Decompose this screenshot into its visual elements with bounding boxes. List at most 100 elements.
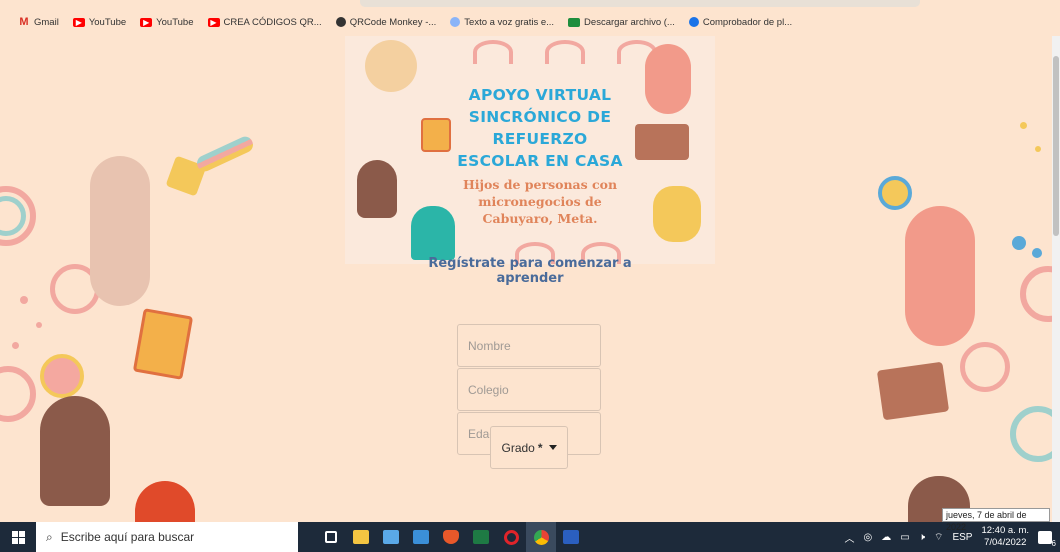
language-indicator[interactable]: ESP — [952, 532, 972, 543]
clock-time: 12:40 a. m. — [981, 525, 1029, 536]
banner-subtitle: Hijos de personas con micronegocios de C… — [445, 176, 635, 227]
kid-illustration — [40, 396, 110, 506]
dot-decoration — [20, 296, 28, 304]
brave-button[interactable] — [436, 522, 466, 552]
bookmark-gmail[interactable]: M Gmail — [18, 15, 59, 28]
volume-icon[interactable]: 🕨 — [919, 532, 925, 543]
bookmark-qrcode-monkey[interactable]: QRCode Monkey -... — [335, 16, 437, 28]
dot-decoration — [1035, 146, 1041, 152]
book-illustration — [635, 124, 689, 160]
bookmark-label: Texto a voz gratis e... — [464, 16, 555, 28]
address-bar-edge — [360, 0, 920, 7]
gmail-icon: M — [19, 15, 29, 28]
banner-image: APOYO VIRTUAL SINCRÓNICO DE REFUERZO ESC… — [345, 36, 715, 264]
kid-illustration — [90, 156, 150, 306]
required-mark: * — [537, 440, 543, 455]
battery-icon[interactable]: ▭ — [900, 532, 909, 543]
banner-subtitle-line: Hijos de personas con — [462, 177, 618, 192]
excel-button[interactable] — [466, 522, 496, 552]
task-view-icon — [325, 531, 337, 543]
bookmark-label: QRCode Monkey -... — [349, 16, 437, 28]
checker-icon — [688, 17, 699, 27]
banner-title: APOYO VIRTUAL SINCRÓNICO DE REFUERZO ESC… — [445, 84, 635, 172]
bookmark-label: CREA CÓDIGOS QR... — [223, 16, 322, 28]
bookmark-comprobador[interactable]: Comprobador de pl... — [688, 16, 793, 28]
meet-icon[interactable]: ◎ — [864, 532, 873, 543]
dot-decoration — [1032, 248, 1042, 258]
browser-top-strip — [0, 0, 1060, 8]
file-explorer-button[interactable] — [346, 522, 376, 552]
notification-button[interactable]: 6 — [1038, 530, 1056, 548]
bookmark-descargar-archivo[interactable]: Descargar archivo (... — [568, 17, 675, 28]
excel-icon — [473, 530, 489, 544]
chevron-up-icon[interactable]: ︿ — [845, 530, 855, 545]
word-icon — [563, 530, 579, 544]
chrome-button[interactable] — [526, 522, 556, 552]
windows-logo-icon — [11, 530, 25, 544]
notification-count: 6 — [1051, 538, 1056, 548]
bookmark-label: Gmail — [34, 16, 59, 28]
banner-title-line: SINCRÓNICO DE — [468, 108, 612, 126]
colegio-input[interactable] — [468, 382, 600, 397]
rainbow-decoration — [0, 366, 36, 422]
dot-decoration — [36, 322, 42, 328]
banner-title-line: ESCOLAR EN CASA — [457, 152, 623, 170]
mail-button[interactable] — [406, 522, 436, 552]
grado-select[interactable]: Grado * — [490, 426, 568, 469]
wifi-icon[interactable]: ⌔ — [934, 531, 943, 544]
youtube-icon: ▶ — [207, 17, 220, 27]
scrollbar-thumb[interactable] — [1053, 56, 1059, 236]
windows-taskbar: ⌕ Escribe aquí para buscar ︿ ◎ ☁ ▭ 🕨 ⌔ E… — [0, 522, 1060, 552]
taskbar-search[interactable]: ⌕ Escribe aquí para buscar — [36, 522, 298, 552]
kid-illustration — [135, 481, 195, 522]
banner-title-line: APOYO VIRTUAL — [468, 86, 612, 104]
bookmark-label: YouTube — [88, 16, 127, 28]
caret-down-icon — [548, 445, 557, 450]
rainbow-stripes-decoration — [194, 134, 256, 174]
store-button[interactable] — [376, 522, 406, 552]
arch-decoration — [473, 40, 513, 64]
store-icon — [383, 530, 399, 544]
bookmarks-bar: M Gmail ▶ YouTube ▶ YouTube ▶ CREA CÓDIGOS Q… — [0, 8, 1060, 36]
bookmark-youtube-2[interactable]: ▶ YouTube — [140, 16, 194, 28]
kid-illustration — [357, 160, 397, 218]
bookmark-texto-a-voz[interactable]: Texto a voz gratis e... — [450, 17, 554, 28]
colegio-field[interactable] — [457, 368, 601, 411]
dot-decoration — [1012, 236, 1026, 250]
opera-icon — [503, 529, 519, 545]
kid-illustration — [905, 206, 975, 346]
kid-illustration — [365, 40, 417, 92]
form-heading: Regístrate para comenzar a aprender — [428, 256, 632, 286]
task-view-button[interactable] — [316, 522, 346, 552]
youtube-icon: ▶ — [72, 17, 85, 27]
calculator-illustration — [132, 308, 194, 380]
banner-title-line: REFUERZO — [492, 130, 588, 148]
bookmark-youtube-1[interactable]: ▶ YouTube — [72, 16, 127, 28]
word-button[interactable] — [556, 522, 586, 552]
nombre-field[interactable] — [457, 324, 601, 367]
youtube-icon: ▶ — [140, 17, 153, 27]
start-button[interactable] — [0, 522, 36, 552]
opera-button[interactable] — [496, 522, 526, 552]
rainbow-decoration — [1010, 406, 1052, 462]
bookmark-label: Comprobador de pl... — [702, 16, 793, 28]
text-to-speech-icon — [450, 17, 461, 27]
folder-icon — [353, 530, 369, 544]
book-illustration — [876, 361, 950, 421]
date-tooltip: jueves, 7 de abril de 2022 — [942, 508, 1050, 532]
notification-icon — [1038, 530, 1052, 544]
banner-text: APOYO VIRTUAL SINCRÓNICO DE REFUERZO ESC… — [445, 84, 635, 227]
ball-decoration — [878, 176, 912, 210]
bookmark-label: YouTube — [156, 16, 194, 28]
clock-date: 7/04/2022 — [984, 537, 1027, 548]
rainbow-decoration — [1020, 266, 1052, 322]
kid-illustration — [653, 186, 701, 242]
page-scrollbar[interactable] — [1052, 36, 1060, 522]
taskbar-clock[interactable]: 12:40 a. m. 7/04/2022 — [981, 525, 1029, 549]
cloud-icon[interactable]: ☁ — [881, 532, 891, 543]
rainbow-decoration — [960, 342, 1010, 392]
qrcode-monkey-icon — [335, 17, 346, 27]
nombre-input[interactable] — [468, 338, 600, 353]
bookmark-crea-codigos-qr[interactable]: ▶ CREA CÓDIGOS QR... — [207, 16, 322, 28]
arch-decoration — [545, 40, 585, 64]
